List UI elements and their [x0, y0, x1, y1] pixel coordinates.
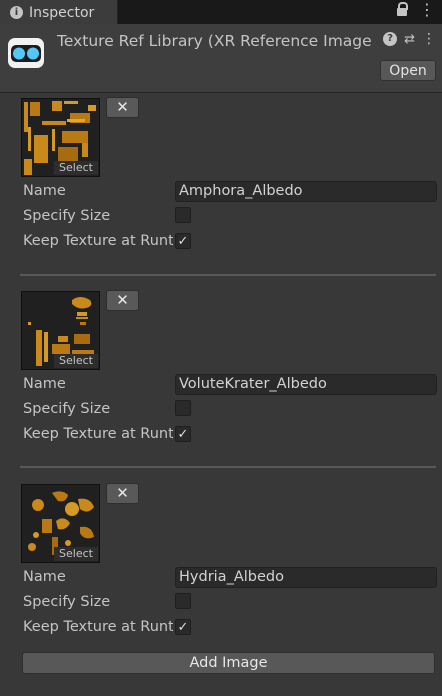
entry-divider: [20, 466, 436, 468]
add-image-button[interactable]: Add Image: [22, 652, 435, 674]
tab-title: Inspector: [29, 4, 95, 21]
select-texture-label: Select: [54, 161, 98, 175]
name-label: Name: [23, 569, 66, 585]
name-field[interactable]: VoluteKrater_Albedo: [175, 374, 437, 395]
preset-icon[interactable]: ⇄: [404, 32, 415, 47]
remove-button[interactable]: ✕: [106, 290, 139, 311]
texture-thumbnail[interactable]: Select: [21, 484, 100, 563]
tab-inspector[interactable]: i Inspector: [0, 0, 118, 25]
remove-button[interactable]: ✕: [106, 97, 139, 118]
specify-size-checkbox[interactable]: [175, 207, 191, 223]
texture-thumbnail[interactable]: Select: [21, 291, 100, 370]
keep-texture-checkbox[interactable]: ✓: [175, 619, 191, 635]
texture-thumbnail[interactable]: Select: [21, 98, 100, 177]
name-label: Name: [23, 183, 66, 199]
keep-texture-checkbox[interactable]: ✓: [175, 233, 191, 249]
specify-size-label: Specify Size: [23, 594, 111, 610]
remove-button[interactable]: ✕: [106, 483, 139, 504]
kebab-menu-icon[interactable]: ⋮: [419, 2, 435, 18]
lock-icon[interactable]: [397, 2, 408, 16]
select-texture-label: Select: [54, 354, 98, 368]
keep-texture-label: Keep Texture at Runt: [23, 426, 173, 442]
info-icon: i: [10, 6, 23, 19]
tab-bar: i Inspector ⋮: [0, 0, 442, 25]
entry-divider: [20, 274, 436, 276]
asset-title: Texture Ref Library (XR Reference Image: [57, 32, 372, 50]
inspector-header: Texture Ref Library (XR Reference Image …: [0, 24, 442, 93]
more-menu-icon[interactable]: ⋮: [422, 31, 436, 47]
keep-texture-label: Keep Texture at Runt: [23, 233, 173, 249]
keep-texture-label: Keep Texture at Runt: [23, 619, 173, 635]
name-label: Name: [23, 376, 66, 392]
specify-size-checkbox[interactable]: [175, 593, 191, 609]
name-field[interactable]: Hydria_Albedo: [175, 567, 437, 588]
specify-size-checkbox[interactable]: [175, 400, 191, 416]
open-button[interactable]: Open: [380, 60, 436, 81]
specify-size-label: Specify Size: [23, 208, 111, 224]
help-icon[interactable]: ?: [383, 32, 398, 46]
select-texture-label: Select: [54, 547, 98, 561]
specify-size-label: Specify Size: [23, 401, 111, 417]
keep-texture-checkbox[interactable]: ✓: [175, 426, 191, 442]
xr-reference-library-icon: [8, 38, 44, 68]
name-field[interactable]: Amphora_Albedo: [175, 181, 437, 202]
